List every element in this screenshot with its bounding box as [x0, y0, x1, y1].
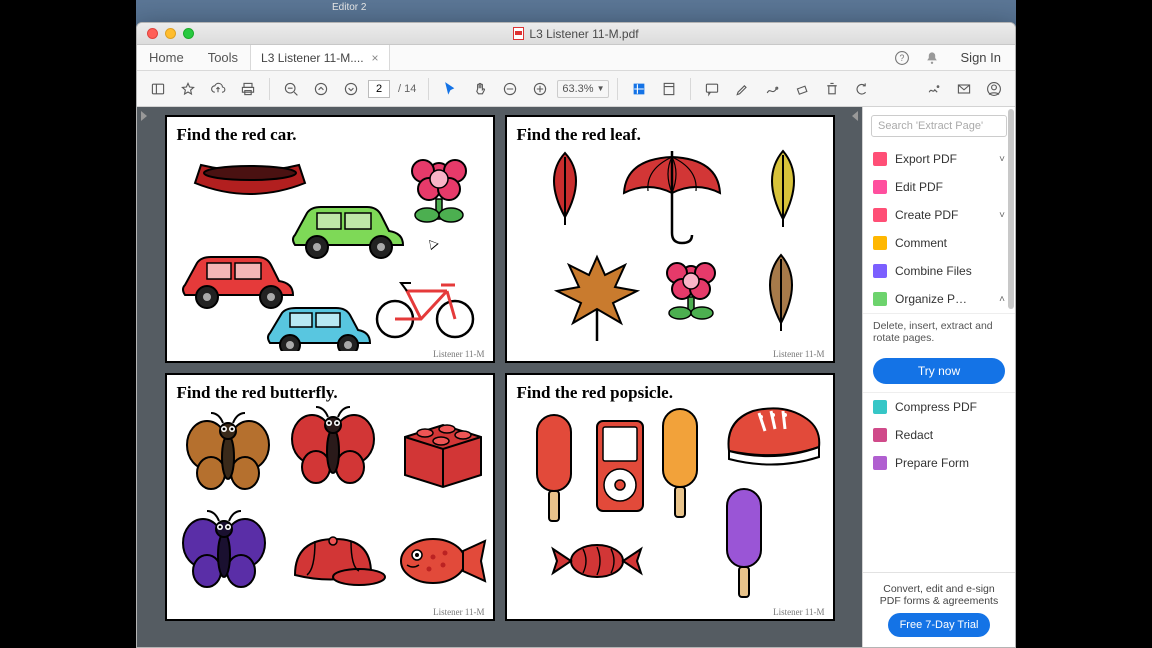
nav-bar: Home Tools L3 Listener 11-M.... × ? Sign… [137, 45, 1015, 71]
tool-icon [873, 152, 887, 166]
chevron-up-icon: ˄ [999, 294, 1005, 305]
tool-icon [873, 292, 887, 306]
pointer-tool-icon[interactable] [437, 76, 463, 102]
free-trial-button[interactable]: Free 7-Day Trial [888, 613, 991, 637]
promo-panel: Convert, edit and e-sign PDF forms & agr… [863, 572, 1015, 647]
document-viewport[interactable]: Find the red car. [137, 107, 862, 647]
side-tool-edit-pdf[interactable]: Edit PDF [863, 173, 1015, 201]
worksheet-card: Find the red popsicle. [505, 373, 835, 621]
tool-label: Prepare Form [895, 456, 969, 470]
tool-label: Comment [895, 236, 947, 250]
trash-icon[interactable] [819, 76, 845, 102]
right-pane-toggle-icon[interactable] [848, 111, 858, 121]
window-title: L3 Listener 11-M.pdf [137, 27, 1015, 41]
draw-icon[interactable] [759, 76, 785, 102]
side-search-input[interactable]: Search 'Extract Page' [871, 115, 1007, 137]
window-title-text: L3 Listener 11-M.pdf [529, 27, 638, 41]
profile-icon[interactable] [981, 76, 1007, 102]
side-tool-compress-pdf[interactable]: Compress PDF [863, 393, 1015, 421]
hand-tool-icon[interactable] [467, 76, 493, 102]
side-tool-comment[interactable]: Comment [863, 229, 1015, 257]
nav-tools[interactable]: Tools [196, 45, 250, 70]
zoom-out-icon[interactable] [278, 76, 304, 102]
pdf-file-icon [513, 27, 524, 40]
rotate-icon[interactable] [849, 76, 875, 102]
background-app-label: Editor 2 [332, 2, 366, 13]
card-prompt: Find the red butterfly. [177, 383, 483, 403]
highlight-icon[interactable] [729, 76, 755, 102]
page-up-icon[interactable] [308, 76, 334, 102]
tool-label: Edit PDF [895, 180, 943, 194]
side-tool-export-pdf[interactable]: Export PDF ˅ [863, 145, 1015, 173]
card-prompt: Find the red popsicle. [517, 383, 823, 403]
zoom-minus-icon[interactable] [497, 76, 523, 102]
zoom-plus-icon[interactable] [527, 76, 553, 102]
tool-icon [873, 236, 887, 250]
card-artwork [517, 401, 827, 611]
sign-in-link[interactable]: Sign In [947, 45, 1015, 70]
tool-label: Combine Files [895, 264, 972, 278]
tool-icon [873, 400, 887, 414]
left-pane-toggle-icon[interactable] [141, 111, 151, 121]
cloud-upload-icon[interactable] [205, 76, 231, 102]
organize-description: Delete, insert, extract and rotate pages… [863, 313, 1015, 350]
tool-icon [873, 208, 887, 222]
tools-side-panel: Search 'Extract Page' Export PDF ˅ Edit PD… [862, 107, 1015, 647]
help-icon[interactable]: ? [887, 45, 917, 70]
page-view-icon[interactable] [656, 76, 682, 102]
page-total-label: / 14 [398, 83, 416, 95]
star-icon[interactable] [175, 76, 201, 102]
page-number-input[interactable] [368, 80, 390, 98]
zoom-level-label: 63.3% [562, 83, 593, 95]
tool-label: Redact [895, 428, 933, 442]
try-now-button[interactable]: Try now [873, 358, 1005, 384]
card-artwork [177, 151, 487, 351]
worksheet-card: Find the red car. [165, 115, 495, 363]
tool-icon [873, 456, 887, 470]
card-footer-label: Listener 11-M [433, 349, 484, 359]
promo-text: Convert, edit and e-sign PDF forms & agr… [873, 583, 1005, 607]
side-tool-organize-p-[interactable]: Organize P… ˄ [863, 285, 1015, 313]
card-footer-label: Listener 11-M [773, 607, 824, 617]
tool-label: Compress PDF [895, 400, 977, 414]
print-icon[interactable] [235, 76, 261, 102]
side-tool-redact[interactable]: Redact [863, 421, 1015, 449]
side-tool-create-pdf[interactable]: Create PDF ˅ [863, 201, 1015, 229]
card-artwork [177, 405, 487, 605]
card-prompt: Find the red leaf. [517, 125, 823, 145]
nav-home[interactable]: Home [137, 45, 196, 70]
card-footer-label: Listener 11-M [773, 349, 824, 359]
fit-page-icon[interactable] [626, 76, 652, 102]
app-window: L3 Listener 11-M.pdf Home Tools L3 Liste… [136, 22, 1016, 648]
tool-icon [873, 264, 887, 278]
document-tab-label: L3 Listener 11-M.... [261, 51, 364, 65]
notification-bell-icon[interactable] [917, 45, 947, 70]
sidebar-toggle-icon[interactable] [145, 76, 171, 102]
svg-text:?: ? [899, 53, 904, 63]
comment-icon[interactable] [699, 76, 725, 102]
worksheet-card: Find the red leaf. [505, 115, 835, 363]
card-footer-label: Listener 11-M [433, 607, 484, 617]
side-tool-prepare-form[interactable]: Prepare Form [863, 449, 1015, 477]
zoom-level-dropdown[interactable]: 63.3% ▼ [557, 80, 609, 98]
worksheet-card: Find the red butterfly. [165, 373, 495, 621]
page-down-icon[interactable] [338, 76, 364, 102]
tool-label: Organize P… [895, 292, 967, 306]
chevron-down-icon: ˅ [999, 154, 1005, 165]
mail-icon[interactable] [951, 76, 977, 102]
sign-icon[interactable] [921, 76, 947, 102]
erase-icon[interactable] [789, 76, 815, 102]
titlebar: L3 Listener 11-M.pdf [137, 23, 1015, 45]
main-toolbar: / 14 63.3% ▼ [137, 71, 1015, 107]
close-tab-button[interactable]: × [372, 51, 379, 65]
tool-icon [873, 428, 887, 442]
tool-label: Create PDF [895, 208, 958, 222]
document-tab[interactable]: L3 Listener 11-M.... × [250, 45, 390, 70]
chevron-down-icon: ˅ [999, 210, 1005, 221]
tool-icon [873, 180, 887, 194]
tool-label: Export PDF [895, 152, 957, 166]
card-artwork [517, 147, 827, 347]
card-prompt: Find the red car. [177, 125, 483, 145]
side-tool-combine-files[interactable]: Combine Files [863, 257, 1015, 285]
